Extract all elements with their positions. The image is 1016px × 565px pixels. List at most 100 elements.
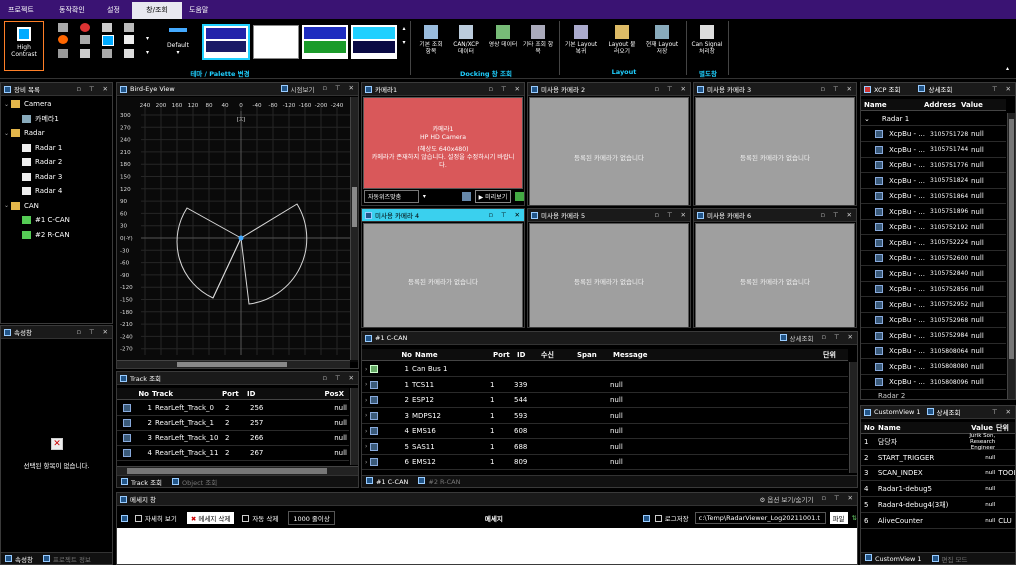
table-row[interactable]: 2 RearLeft_Track_1 2 257 null: [117, 416, 349, 431]
table-row[interactable]: › 6 EMS12 1 809 null: [362, 455, 848, 470]
tree-item[interactable]: ⌄ Radar: [1, 126, 112, 141]
float-icon[interactable]: ▫: [820, 211, 824, 219]
refresh-icon[interactable]: ⇅: [852, 514, 857, 522]
tree-item[interactable]: #1 C-CAN: [1, 213, 112, 228]
tree-item[interactable]: #2 R-CAN: [1, 228, 112, 243]
table-row[interactable]: XcpBu - ... 3105751824 null: [861, 174, 1006, 189]
table-row[interactable]: XcpBu - ... 3105751776 null: [861, 158, 1006, 173]
table-row[interactable]: XcpBu - ... 3105751864 null: [861, 189, 1006, 204]
menu-tab-run[interactable]: 동작확인: [59, 5, 85, 15]
table-row[interactable]: XcpBu - ... 3105752952 null: [861, 298, 1006, 313]
file-button[interactable]: 파일: [829, 512, 848, 524]
pin-icon[interactable]: ⊤: [834, 333, 840, 343]
pin-icon[interactable]: ⊤: [833, 211, 839, 219]
theme-icon-13[interactable]: [124, 49, 134, 58]
table-row[interactable]: XcpBu - ... 3105808096 null: [861, 375, 1006, 390]
default-palette-button[interactable]: Default ▾: [164, 25, 192, 65]
expand-icon[interactable]: ›: [362, 381, 370, 388]
tree-item[interactable]: 카메라1: [1, 112, 112, 127]
float-icon[interactable]: ▫: [76, 328, 80, 336]
tab-ccan[interactable]: #1 C-CAN: [366, 477, 408, 486]
close-icon[interactable]: ✕: [848, 333, 853, 343]
expand-icon[interactable]: ⌄: [4, 130, 11, 137]
xcp-group-row[interactable]: ⌄ Radar 1: [861, 113, 1006, 126]
tab-edit-mode[interactable]: 편집 모드: [931, 554, 968, 564]
expand-icon[interactable]: ›: [362, 412, 370, 419]
table-row[interactable]: XcpBu - ... 3105752192 null: [861, 220, 1006, 235]
close-icon[interactable]: ✕: [103, 85, 108, 93]
expand-icon[interactable]: ›: [362, 366, 370, 373]
table-row[interactable]: 2 START_TRIGGER null: [861, 451, 1015, 466]
tree-item[interactable]: ⌄ CAN: [1, 199, 112, 214]
float-icon[interactable]: ▫: [654, 211, 658, 219]
options-toggle-button[interactable]: ⚙ 옵션 보기/숨기기: [759, 494, 813, 504]
layout-load-button[interactable]: Layout 불러오기: [606, 25, 638, 56]
pin-icon[interactable]: ⊤: [834, 494, 840, 504]
table-row[interactable]: XcpBu - ... 3105752840 null: [861, 267, 1006, 282]
custom-detail-button[interactable]: 상세조회: [926, 407, 960, 417]
table-row[interactable]: XcpBu - ... 3105751896 null: [861, 205, 1006, 220]
layout-reset-button[interactable]: 기본 Layout 복귀: [564, 25, 598, 56]
line-count-input[interactable]: 1000 줄이상: [288, 511, 335, 525]
menu-tab-help[interactable]: 도움말: [189, 5, 208, 15]
tab-rcan[interactable]: #2 R-CAN: [418, 477, 460, 486]
table-row[interactable]: › 1 TCS11 1 339 null: [362, 378, 848, 393]
log-path-input[interactable]: c:\Temp\RadarViewer_Log20211001.t: [694, 512, 826, 524]
clear-messages-button[interactable]: ✖ 메세지 삭제: [186, 512, 235, 524]
fit-mode-select[interactable]: 자동위즈맞춤: [364, 190, 419, 203]
camera-view[interactable]: 등록된 카메라가 없습니다: [695, 97, 855, 205]
tab-project-info[interactable]: 프로젝트 정보: [42, 554, 91, 564]
close-icon[interactable]: ✕: [1006, 85, 1011, 93]
table-row[interactable]: › 3 MDPS12 1 593 null: [362, 409, 848, 424]
close-icon[interactable]: ✕: [847, 85, 852, 93]
xcp-next-group-row[interactable]: Radar 2: [861, 391, 1006, 400]
pin-icon[interactable]: ⊤: [992, 408, 998, 416]
track-horizontal-scrollbar[interactable]: [117, 466, 358, 475]
theme-icon-12[interactable]: [102, 49, 112, 58]
tab-custom-view[interactable]: CustomView 1: [865, 554, 922, 563]
menu-tab-view[interactable]: 창/조회: [132, 2, 182, 19]
table-row[interactable]: › 1 Can Bus 1: [362, 362, 848, 377]
table-row[interactable]: 4 RearLeft_Track_11 2 267 null: [117, 446, 349, 461]
tree-item[interactable]: Radar 4: [1, 184, 112, 199]
can-signal-window-button[interactable]: Can Signal 처리창: [690, 25, 724, 56]
docking-basic-button[interactable]: 기본 조회 항목: [416, 25, 446, 56]
docking-etc-button[interactable]: 기타 조회 항목: [522, 25, 554, 56]
theme-icon-8[interactable]: [102, 35, 114, 46]
expand-icon[interactable]: ⌄: [4, 202, 11, 209]
tree-item[interactable]: Radar 2: [1, 155, 112, 170]
message-log-area[interactable]: [117, 528, 857, 564]
settings-icon[interactable]: [461, 192, 471, 201]
float-icon[interactable]: ▫: [654, 85, 658, 93]
expand-icon[interactable]: ›: [362, 428, 370, 435]
table-row[interactable]: 4 Radar1-debug5 null: [861, 482, 1015, 498]
theme-icon-9[interactable]: [124, 35, 134, 44]
camera-view[interactable]: 등록된 카메라가 없습니다: [363, 223, 523, 327]
float-icon[interactable]: ▫: [322, 84, 326, 94]
bird-eye-plot[interactable]: 24020016012080400-40-80-120-160-200-240[…: [117, 97, 359, 362]
palette-swatch-1[interactable]: [202, 24, 250, 60]
pin-icon[interactable]: ⊤: [501, 85, 507, 93]
auto-delete-checkbox[interactable]: [242, 514, 250, 522]
table-row[interactable]: 5 Radar4-debug4(3채) null: [861, 498, 1015, 513]
camera-view[interactable]: 카메라1 HP HD Camera (해상도 640x480) 카메라가 존재하지 않…: [363, 97, 523, 189]
theme-icon-4[interactable]: [124, 23, 134, 32]
palette-swatch-3[interactable]: [302, 25, 348, 59]
table-row[interactable]: › 4 EMS16 1 608 null: [362, 424, 848, 439]
float-icon[interactable]: ▫: [322, 374, 326, 382]
table-row[interactable]: XcpBu - ... 3105808080 null: [861, 360, 1006, 375]
theme-icon-6[interactable]: [58, 35, 68, 44]
pin-icon[interactable]: ⊤: [89, 328, 95, 336]
table-row[interactable]: XcpBu - ... 3105752224 null: [861, 236, 1006, 251]
high-contrast-button[interactable]: High Contrast: [4, 21, 44, 71]
docking-can-button[interactable]: CAN/XCP 데이터: [450, 25, 482, 56]
table-row[interactable]: 3 RearLeft_Track_10 2 266 null: [117, 431, 349, 446]
camera-view[interactable]: 등록된 카메라가 없습니다: [529, 97, 689, 205]
pin-icon[interactable]: ⊤: [667, 85, 673, 93]
palette-swatch-2[interactable]: [253, 25, 299, 59]
table-row[interactable]: XcpBu - ... 3105751728 null: [861, 127, 1006, 142]
table-row[interactable]: › 5 SAS11 1 688 null: [362, 440, 848, 455]
ccan-detail-button[interactable]: 상세조회: [779, 333, 813, 343]
pin-icon[interactable]: ⊤: [833, 85, 839, 93]
pin-icon[interactable]: ⊤: [667, 211, 673, 219]
